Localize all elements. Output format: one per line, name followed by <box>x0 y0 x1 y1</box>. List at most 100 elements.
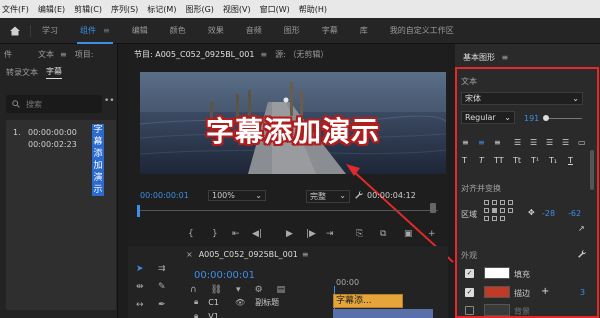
tab-program[interactable]: 节目: A005_C052_0925BL_001 <box>134 49 254 60</box>
justify-left-icon[interactable]: ☰ <box>530 138 537 147</box>
lock-icon[interactable]: 🔒︎ <box>194 311 198 318</box>
track-name[interactable]: 副标题 <box>255 297 279 308</box>
style-select[interactable]: Regular ⌄ <box>461 111 515 124</box>
tab-partial[interactable]: 件 <box>4 49 12 60</box>
workspace-editing[interactable]: 编辑 <box>121 18 159 44</box>
caption-search-input[interactable]: 搜索 <box>6 95 102 113</box>
go-to-out-icon[interactable]: ⇥ <box>326 229 334 239</box>
stroke-width[interactable]: 3 <box>580 288 585 297</box>
align-top-icon[interactable]: ▭ <box>578 138 586 147</box>
anchor-grid[interactable] <box>484 200 513 224</box>
position-y[interactable]: -62 <box>568 209 581 218</box>
anchor-cell[interactable] <box>492 208 497 213</box>
linked-selection-icon[interactable]: ⛓ <box>211 285 222 295</box>
tab-project[interactable]: 项目: <box>75 49 94 60</box>
shadow-color-swatch[interactable] <box>484 304 510 316</box>
anchor-cell[interactable] <box>484 216 489 221</box>
workspace-learn[interactable]: 学习 <box>31 18 69 44</box>
export-frame-icon[interactable]: ▣ <box>404 229 413 239</box>
fill-color-swatch[interactable] <box>484 267 510 279</box>
superscript-icon[interactable]: T¹ <box>531 156 539 165</box>
subscript-icon[interactable]: T₁ <box>549 156 557 165</box>
workspace-libraries[interactable]: 库 <box>349 18 379 44</box>
add-button-icon[interactable]: + <box>428 229 436 239</box>
workspace-captions[interactable]: 字幕 <box>311 18 349 44</box>
quality-select[interactable]: 完整 ⌄ <box>306 190 350 203</box>
timeline-timecode[interactable]: 00:00:00:01 <box>194 270 255 281</box>
add-stroke-icon[interactable]: + <box>541 286 549 297</box>
menu-window[interactable]: 窗口(W) <box>260 4 290 15</box>
razor-icon[interactable]: ✎ <box>158 282 166 292</box>
menu-clip[interactable]: 剪辑(C) <box>74 4 102 15</box>
workspace-audio[interactable]: 音频 <box>235 18 273 44</box>
lock-icon[interactable]: 🔒︎ <box>194 297 198 307</box>
settings-icon[interactable]: ⚙ <box>255 285 263 295</box>
insert-icon[interactable]: ⎘ <box>356 229 363 239</box>
track-select-icon[interactable]: ⇉ <box>158 264 166 274</box>
justify-icon[interactable]: ☰ <box>514 138 521 147</box>
faux-italic-icon[interactable]: T <box>479 156 484 165</box>
stroke-color-swatch[interactable] <box>484 286 510 298</box>
caption-clip[interactable]: 字幕添... <box>333 294 403 308</box>
tab-transcript[interactable]: 转录文本 <box>6 67 38 78</box>
zoom-select[interactable]: 100% ⌄ <box>208 190 266 201</box>
font-select[interactable]: 宋体 ⌄ <box>461 92 583 105</box>
tab-text[interactable]: 文本 <box>38 49 54 60</box>
go-to-in-icon[interactable]: ⇤ <box>232 229 240 239</box>
anchor-cell[interactable] <box>500 208 505 213</box>
font-size-value[interactable]: 191 <box>524 114 539 123</box>
fill-checkbox[interactable]: ✓ <box>465 269 474 278</box>
scale-icon[interactable]: ↗ <box>578 224 585 233</box>
all-caps-icon[interactable]: TT <box>494 156 504 165</box>
align-left-icon[interactable]: ≡ <box>462 138 469 147</box>
marker-icon[interactable]: ▾ <box>236 285 241 295</box>
slip-tool-icon[interactable]: ↔ <box>136 300 144 310</box>
caption-item[interactable]: 1. 00:00:00:00 00:00:02:23 字幕添加演示 <box>6 120 116 310</box>
scrollbar-handle[interactable] <box>430 203 436 213</box>
step-back-icon[interactable]: ◀| <box>252 229 262 239</box>
snap-icon[interactable]: ∩ <box>190 285 197 295</box>
mark-in-icon[interactable]: { <box>188 229 194 239</box>
menu-marker[interactable]: 标记(M) <box>147 4 176 15</box>
play-icon[interactable]: ▶ <box>286 229 293 239</box>
menu-icon[interactable]: ≡ <box>302 250 309 259</box>
justify-all-icon[interactable]: ☰ <box>546 138 553 147</box>
track-label[interactable]: V1 <box>208 312 219 318</box>
align-center-icon[interactable]: ≡ <box>478 138 485 147</box>
workspace-assembly[interactable]: 组件 ≡ <box>69 18 121 44</box>
pen-tool-icon[interactable]: ✒ <box>158 300 166 310</box>
anchor-cell[interactable] <box>508 208 513 213</box>
sequence-tab[interactable]: A005_C052_0925BL_001 <box>199 250 298 259</box>
caption-end-time[interactable]: 00:00:02:23 <box>28 140 77 149</box>
align-right-icon[interactable]: ≡ <box>494 138 501 147</box>
anchor-cell[interactable] <box>484 200 489 205</box>
caption-overlay[interactable]: 字幕添加演示 <box>140 110 446 150</box>
workspace-graphics[interactable]: 图形 <box>273 18 311 44</box>
current-timecode[interactable]: 00:00:00:01 <box>140 191 189 200</box>
home-button[interactable] <box>0 18 30 44</box>
menu-sequence[interactable]: 序列(S) <box>111 4 138 15</box>
font-size-slider[interactable] <box>546 118 582 119</box>
tab-source[interactable]: 源: （无剪辑） <box>275 49 328 60</box>
tab-captions[interactable]: 字幕 <box>46 66 62 79</box>
slider-thumb[interactable] <box>543 115 549 121</box>
anchor-cell[interactable] <box>500 200 505 205</box>
menu-help[interactable]: 帮助(H) <box>299 4 327 15</box>
overwrite-icon[interactable]: ⧉ <box>380 229 386 239</box>
more-icon[interactable]: •• <box>104 96 115 106</box>
workspace-custom[interactable]: 我的自定义工作区 <box>379 18 465 44</box>
menu-icon[interactable]: ≡ <box>60 50 67 59</box>
workspace-effects[interactable]: 效果 <box>197 18 235 44</box>
ripple-edit-icon[interactable]: ⇹ <box>136 282 144 292</box>
anchor-cell[interactable] <box>508 200 513 205</box>
shadow-checkbox[interactable] <box>465 306 474 315</box>
small-caps-icon[interactable]: Tt <box>513 156 521 165</box>
underline-icon[interactable]: T <box>568 156 573 165</box>
caption-text[interactable]: 字幕添加演示 <box>92 124 104 196</box>
wrench-icon[interactable] <box>577 249 587 259</box>
workspace-color[interactable]: 颜色 <box>159 18 197 44</box>
track-label[interactable]: C1 <box>208 298 219 307</box>
close-icon[interactable]: × <box>186 250 193 259</box>
panel-scrollbar[interactable] <box>590 150 594 190</box>
justify-right-icon[interactable]: ☰ <box>562 138 569 147</box>
